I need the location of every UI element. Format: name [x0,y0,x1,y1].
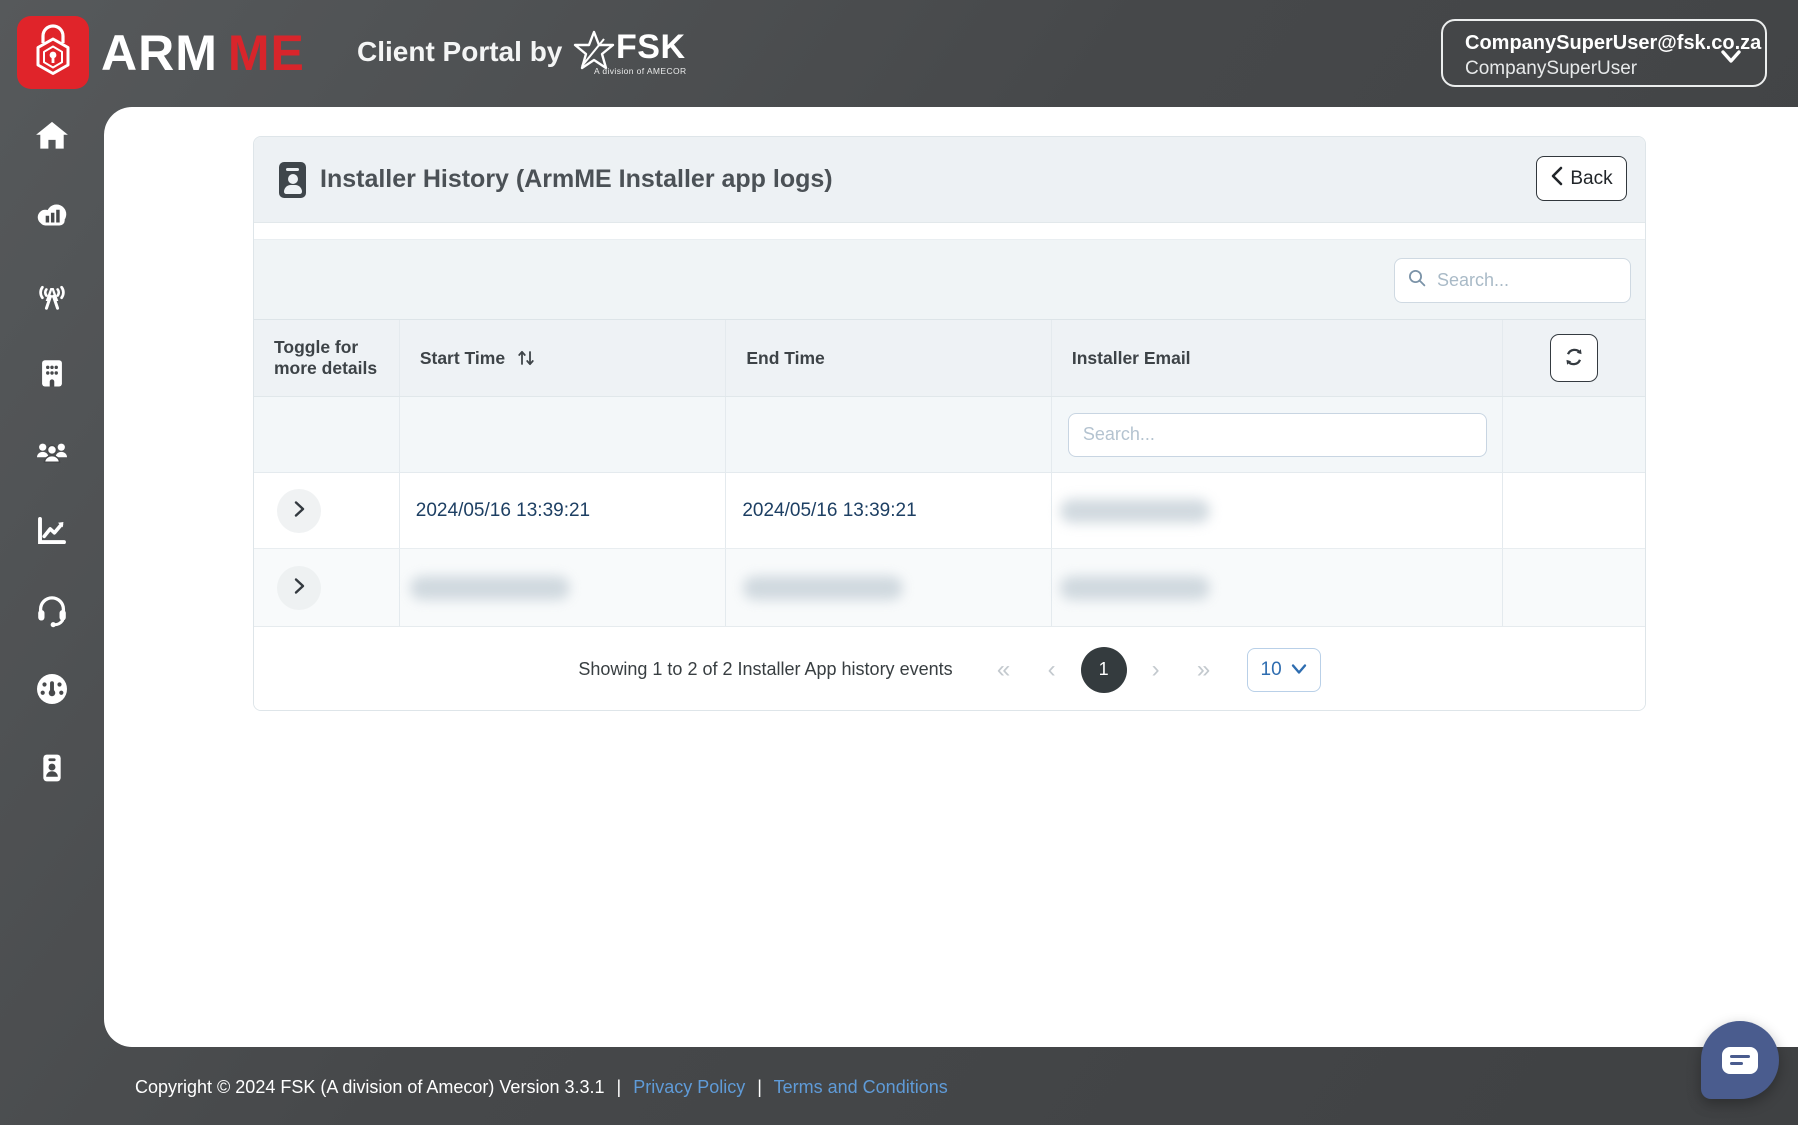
last-page-button[interactable]: » [1189,657,1219,682]
sidebar-item-status[interactable] [32,670,72,710]
lock-icon [30,22,76,83]
users-icon [32,434,72,473]
home-icon [34,118,70,157]
next-page-button[interactable]: › [1141,657,1171,682]
redacted-start-time [409,575,570,600]
pagination-summary: Showing 1 to 2 of 2 Installer App histor… [578,659,953,679]
table-row: 2024/05/16 13:39:21 2024/05/16 13:39:21 [254,473,1645,549]
building-icon [35,355,69,394]
armme-logo [17,16,89,89]
search-icon [1407,268,1427,293]
terms-and-conditions-link[interactable]: Terms and Conditions [774,1077,948,1097]
sidebar-item-users[interactable] [32,433,72,473]
start-time-link[interactable]: 2024/05/16 13:39:21 [416,500,590,522]
fsk-logo: FSK A division of AMECOR [572,28,692,84]
copyright-text: Copyright © 2024 FSK (A division of Amec… [135,1077,605,1097]
cloud-stats-icon [33,197,71,236]
column-header-end-time: End Time [726,320,1052,396]
table-row [254,549,1645,627]
column-header-installer-email: Installer Email [1052,320,1504,396]
refresh-button[interactable] [1550,334,1599,382]
search-input[interactable] [1437,270,1645,291]
back-button[interactable]: Back [1536,156,1627,201]
redacted-end-time [743,575,904,600]
sidebar-item-installer-history[interactable] [32,749,72,789]
sidebar-item-reports[interactable] [32,512,72,552]
chevron-left-icon [1550,166,1563,192]
redacted-installer-email [1059,575,1210,600]
chat-widget-button[interactable] [1701,1021,1779,1099]
main-content: Installer History (ArmME Installer app l… [104,107,1798,1047]
chevron-down-icon [1719,45,1743,72]
current-page-button[interactable]: 1 [1080,646,1127,693]
headset-icon [34,592,70,631]
pagination-bar: Showing 1 to 2 of 2 Installer App histor… [254,627,1645,710]
sidebar: A [0,107,104,1125]
installer-history-card: Installer History (ArmME Installer app l… [253,136,1646,711]
gauge-icon [34,671,70,710]
id-badge-icon [279,161,306,198]
page-title: Installer History (ArmME Installer app l… [320,165,833,193]
user-menu[interactable]: CompanySuperUser@fsk.co.za CompanySuperU… [1441,19,1767,87]
broadcast-tower-icon: A [33,276,71,315]
installer-email-filter-input[interactable] [1067,412,1487,457]
brand-wordmark: ARM ME [101,25,305,81]
pagination-controls: « ‹ 1 › » 10 [989,646,1321,693]
chevron-down-icon [1291,659,1307,681]
chevron-right-icon [288,575,310,600]
sidebar-item-home[interactable] [32,117,72,157]
sidebar-item-building[interactable] [32,354,72,394]
sidebar-item-broadcast[interactable]: A [32,275,72,315]
refresh-cell [1503,320,1645,396]
redacted-installer-email [1059,498,1210,523]
column-header-start-time[interactable]: Start Time [400,320,727,396]
portal-title: Client Portal by [357,36,563,67]
previous-page-button[interactable]: ‹ [1037,657,1067,682]
end-time-link[interactable]: 2024/05/16 13:39:21 [742,500,916,522]
id-badge-icon [36,750,68,789]
table-header-row: Toggle for more details Start Time End T… [254,319,1645,397]
top-bar: ARM ME Client Portal by FSK A division of… [0,0,1798,107]
sidebar-item-cloud-stats[interactable] [32,196,72,236]
header-divider-strip [254,223,1645,240]
page-size-select[interactable]: 10 [1246,647,1321,692]
chart-line-icon [34,513,70,552]
first-page-button[interactable]: « [989,657,1019,682]
global-search [1394,258,1645,303]
chevron-right-icon [288,498,310,523]
table-filter-row [254,397,1645,473]
sidebar-item-support[interactable] [32,591,72,631]
column-header-toggle: Toggle for more details [254,320,400,396]
user-name: CompanySuperUser [1465,58,1638,79]
user-email: CompanySuperUser@fsk.co.za [1465,32,1762,54]
footer: Copyright © 2024 FSK (A division of Amec… [135,1077,948,1097]
row-expand-button[interactable] [277,565,321,610]
card-header: Installer History (ArmME Installer app l… [254,137,1645,223]
row-expand-button[interactable] [277,488,321,533]
chat-icon [1722,1046,1758,1074]
refresh-icon [1562,345,1586,372]
sort-icon [515,347,537,369]
privacy-policy-link[interactable]: Privacy Policy [633,1077,745,1097]
table-toolbar [254,240,1645,319]
